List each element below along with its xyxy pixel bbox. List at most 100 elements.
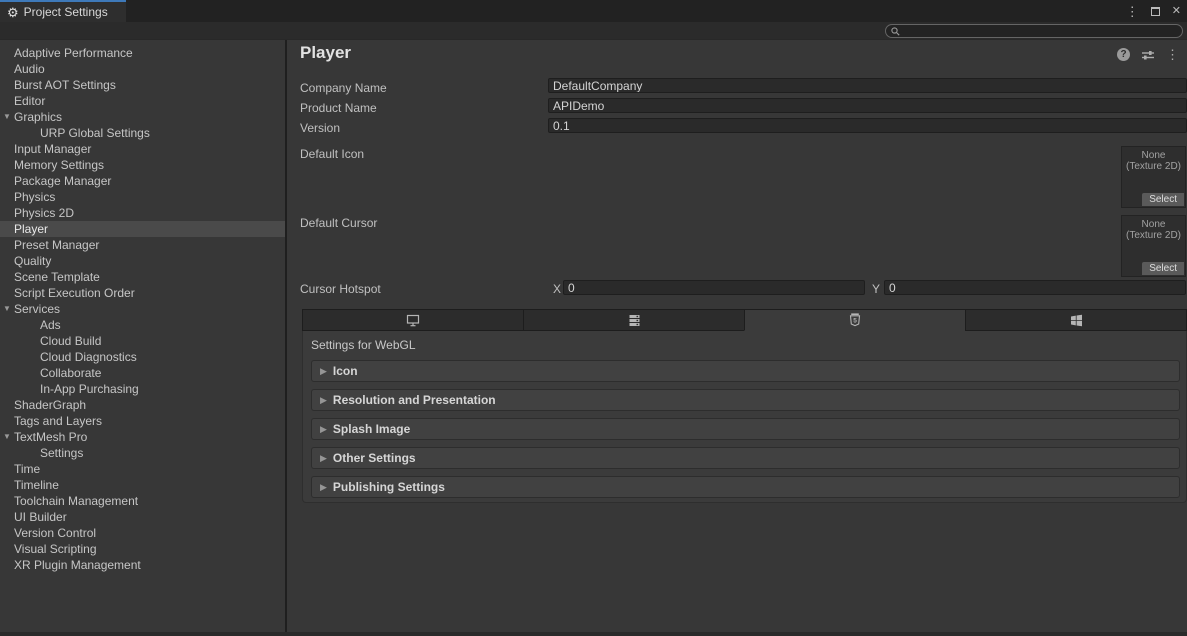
- sidebar-item-quality[interactable]: Quality: [0, 253, 285, 269]
- window-menu-kebab-icon[interactable]: ⋮: [1126, 5, 1139, 18]
- gear-icon: ⚙: [7, 6, 19, 19]
- foldout-open-triangle-icon[interactable]: ▼: [3, 109, 11, 125]
- sidebar-item-label: Preset Manager: [0, 237, 99, 253]
- platform-tab-desktop[interactable]: [302, 309, 523, 331]
- version-input[interactable]: [548, 118, 1187, 133]
- sidebar-item-package-manager[interactable]: Package Manager: [0, 173, 285, 189]
- foldout-closed-triangle-icon[interactable]: ▶: [320, 424, 327, 435]
- search-input[interactable]: [904, 25, 1154, 37]
- kebab-icon[interactable]: ⋮: [1166, 48, 1179, 61]
- sidebar-item-shadergraph[interactable]: ShaderGraph: [0, 397, 285, 413]
- section-splash-image[interactable]: ▶ Splash Image: [311, 418, 1180, 440]
- sidebar-item-timeline[interactable]: Timeline: [0, 477, 285, 493]
- sidebar-item-memory-settings[interactable]: Memory Settings: [0, 157, 285, 173]
- foldout-closed-triangle-icon[interactable]: ▶: [320, 482, 327, 493]
- sidebar-item-services[interactable]: ▼Services: [0, 301, 285, 317]
- section-other-settings[interactable]: ▶ Other Settings: [311, 447, 1180, 469]
- dedicated-server-platform-icon: [628, 314, 641, 327]
- sidebar-item-burst-aot-settings[interactable]: Burst AOT Settings: [0, 77, 285, 93]
- sidebar-item-audio[interactable]: Audio: [0, 61, 285, 77]
- sidebar-item-label: Scene Template: [0, 269, 100, 285]
- hotspot-x-label: X: [553, 282, 561, 296]
- hotspot-y-label: Y: [872, 282, 880, 296]
- sidebar-item-version-control[interactable]: Version Control: [0, 525, 285, 541]
- sidebar-item-ui-builder[interactable]: UI Builder: [0, 509, 285, 525]
- foldout-closed-triangle-icon[interactable]: ▶: [320, 453, 327, 464]
- default-cursor-select-button[interactable]: Select: [1142, 262, 1184, 275]
- section-label: Publishing Settings: [333, 480, 445, 494]
- foldout-closed-triangle-icon[interactable]: ▶: [320, 395, 327, 406]
- sidebar-item-label: UI Builder: [0, 509, 67, 525]
- platform-settings-panel: Settings for WebGL ▶ Icon ▶Resolution and …: [302, 331, 1187, 503]
- search-icon: [891, 27, 900, 36]
- version-label: Version: [300, 121, 340, 135]
- sidebar-item-label: Cloud Diagnostics: [0, 349, 137, 365]
- sidebar-item-player[interactable]: Player: [0, 221, 285, 237]
- sidebar-item-script-execution-order[interactable]: Script Execution Order: [0, 285, 285, 301]
- desktop-platform-icon: [406, 314, 420, 327]
- project-settings-tab[interactable]: ⚙ Project Settings: [0, 0, 126, 22]
- close-icon[interactable]: ✕: [1172, 6, 1181, 17]
- default-cursor-object-field[interactable]: None (Texture 2D) Select: [1121, 215, 1186, 277]
- default-icon-object-field[interactable]: None (Texture 2D) Select: [1121, 146, 1186, 208]
- sidebar-item-time[interactable]: Time: [0, 461, 285, 477]
- section-label: Splash Image: [333, 422, 410, 436]
- sidebar-item-label: Visual Scripting: [0, 541, 97, 557]
- sidebar-item-visual-scripting[interactable]: Visual Scripting: [0, 541, 285, 557]
- sidebar-item-tags-and-layers[interactable]: Tags and Layers: [0, 413, 285, 429]
- sidebar-item-adaptive-performance[interactable]: Adaptive Performance: [0, 45, 285, 61]
- sidebar-item-preset-manager[interactable]: Preset Manager: [0, 237, 285, 253]
- sidebar-item-settings[interactable]: Settings: [0, 445, 285, 461]
- sidebar-item-collaborate[interactable]: Collaborate: [0, 365, 285, 381]
- section-resolution-and-presentation[interactable]: ▶Resolution and Presentation: [311, 389, 1180, 411]
- sidebar-item-scene-template[interactable]: Scene Template: [0, 269, 285, 285]
- default-cursor-value: None: [1122, 219, 1185, 230]
- hotspot-x-input[interactable]: [563, 280, 865, 295]
- sidebar-item-cloud-diagnostics[interactable]: Cloud Diagnostics: [0, 349, 285, 365]
- section-label: Other Settings: [333, 451, 416, 465]
- sidebar-item-label: XR Plugin Management: [0, 557, 141, 573]
- sidebar-item-ads[interactable]: Ads: [0, 317, 285, 333]
- sidebar-item-label: Version Control: [0, 525, 96, 541]
- help-icon[interactable]: ?: [1117, 48, 1130, 61]
- sidebar: Adaptive PerformanceAudioBurst AOT Setti…: [0, 40, 285, 632]
- foldout-closed-triangle-icon[interactable]: ▶: [320, 366, 327, 377]
- sidebar-item-in-app-purchasing[interactable]: In-App Purchasing: [0, 381, 285, 397]
- sidebar-item-label: Player: [0, 221, 48, 237]
- sidebar-item-editor[interactable]: Editor: [0, 93, 285, 109]
- section-icon[interactable]: ▶ Icon: [311, 360, 1180, 382]
- sidebar-item-label: In-App Purchasing: [0, 381, 139, 397]
- section-publishing-settings[interactable]: ▶ Publishing Settings: [311, 476, 1180, 498]
- settings-for-platform-title: Settings for WebGL: [311, 338, 416, 352]
- company-name-input[interactable]: [548, 78, 1187, 93]
- sidebar-item-cloud-build[interactable]: Cloud Build: [0, 333, 285, 349]
- presets-icon[interactable]: [1141, 49, 1155, 61]
- sidebar-item-label: Adaptive Performance: [0, 45, 133, 61]
- sidebar-item-input-manager[interactable]: Input Manager: [0, 141, 285, 157]
- sidebar-item-toolchain-management[interactable]: Toolchain Management: [0, 493, 285, 509]
- sidebar-item-xr-plugin-management[interactable]: XR Plugin Management: [0, 557, 285, 573]
- sidebar-item-textmesh-pro[interactable]: ▼TextMesh Pro: [0, 429, 285, 445]
- sidebar-item-label: TextMesh Pro: [0, 429, 87, 445]
- sidebar-item-graphics[interactable]: ▼Graphics: [0, 109, 285, 125]
- platform-tab-dedicated-server[interactable]: [523, 309, 744, 331]
- sidebar-item-label: Script Execution Order: [0, 285, 135, 301]
- search-box[interactable]: [885, 24, 1183, 38]
- sidebar-item-physics-2d[interactable]: Physics 2D: [0, 205, 285, 221]
- maximize-icon[interactable]: [1151, 7, 1160, 16]
- sidebar-item-urp-global-settings[interactable]: URP Global Settings: [0, 125, 285, 141]
- hotspot-y-input[interactable]: [884, 280, 1186, 295]
- product-name-label: Product Name: [300, 101, 377, 115]
- windows-platform-icon: [1070, 314, 1083, 327]
- default-icon-label: Default Icon: [300, 147, 364, 161]
- sidebar-item-label: Settings: [0, 445, 83, 461]
- settings-sections: ▶Icon▶Resolution and Presentation▶Splash…: [311, 360, 1180, 505]
- product-name-input[interactable]: [548, 98, 1187, 113]
- foldout-open-triangle-icon[interactable]: ▼: [3, 429, 11, 445]
- sidebar-item-physics[interactable]: Physics: [0, 189, 285, 205]
- foldout-open-triangle-icon[interactable]: ▼: [3, 301, 11, 317]
- platform-tab-webgl[interactable]: 5: [744, 309, 965, 331]
- section-label: Icon: [333, 364, 358, 378]
- default-icon-select-button[interactable]: Select: [1142, 193, 1184, 206]
- platform-tab-windows[interactable]: [965, 309, 1187, 331]
